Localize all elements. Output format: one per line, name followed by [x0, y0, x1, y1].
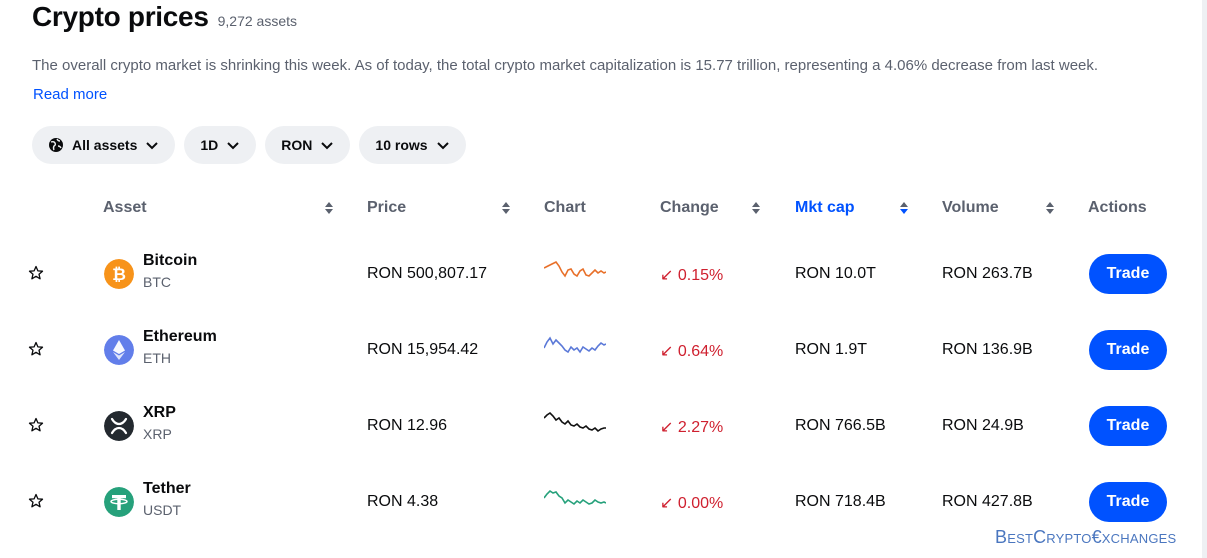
sparkline-chart	[544, 336, 606, 354]
sort-active-icon[interactable]	[899, 201, 909, 215]
page-title: Crypto prices	[32, 1, 209, 32]
timeframe-filter[interactable]: 1D	[184, 126, 257, 164]
asset-count: 9,272 assets	[217, 13, 297, 29]
change-value: 0.64%	[677, 343, 724, 360]
timeframe-label: 1D	[200, 137, 219, 153]
asset-symbol: BTC	[143, 274, 171, 290]
trade-button[interactable]: Trade	[1089, 330, 1167, 370]
read-more-link[interactable]: Read more	[33, 86, 107, 103]
star-icon[interactable]	[28, 265, 44, 281]
svg-text:₿: ₿	[112, 265, 126, 285]
trend-down-icon: ↙	[660, 495, 674, 512]
column-header-actions: Actions	[1088, 199, 1147, 216]
chevron-down-icon	[146, 142, 159, 150]
asset-price: RON 4.38	[367, 493, 439, 510]
column-header-price[interactable]: Price	[367, 199, 406, 217]
market-cap: RON 1.9T	[795, 341, 868, 358]
sparkline-chart	[544, 411, 606, 433]
price-change: ↙ 0.15%	[660, 265, 723, 285]
volume: RON 427.8B	[942, 493, 1033, 510]
globe-icon	[49, 138, 63, 152]
page-header: Crypto prices 9,272 assets	[32, 0, 297, 34]
asset-name[interactable]: Tether	[143, 480, 191, 498]
star-icon[interactable]	[28, 417, 44, 433]
sparkline-chart	[544, 489, 606, 506]
asset-price: RON 12.96	[367, 417, 448, 434]
table-row[interactable]: XRP XRP RON 12.96 ↙ 2.27% RON 766.5B RON…	[0, 389, 1200, 465]
market-cap: RON 766.5B	[795, 417, 886, 434]
xrp-icon	[104, 411, 134, 441]
column-header-chart: Chart	[544, 199, 586, 216]
volume: RON 263.7B	[942, 265, 1033, 282]
asset-name[interactable]: XRP	[143, 404, 176, 422]
chevron-down-icon	[436, 142, 449, 150]
column-header-asset[interactable]: Asset	[103, 199, 147, 217]
chevron-down-icon	[321, 142, 334, 150]
asset-name[interactable]: Bitcoin	[143, 252, 197, 270]
asset-symbol: ETH	[143, 350, 171, 366]
all-assets-filter[interactable]: All assets	[32, 126, 176, 164]
sort-icon[interactable]	[501, 201, 511, 215]
sparkline-usdt	[544, 489, 606, 506]
trade-button[interactable]: Trade	[1089, 406, 1167, 446]
change-value: 2.27%	[677, 419, 724, 436]
sort-icon[interactable]	[324, 201, 334, 215]
market-cap: RON 718.4B	[795, 493, 886, 510]
change-value: 0.15%	[677, 267, 724, 284]
trend-down-icon: ↙	[660, 343, 674, 360]
market-summary: The overall crypto market is shrinking t…	[32, 57, 1099, 74]
star-icon[interactable]	[28, 341, 44, 357]
sort-icon[interactable]	[751, 201, 761, 215]
table-row[interactable]: Ethereum ETH RON 15,954.42 ↙ 0.64% RON 1…	[0, 313, 1200, 389]
trend-down-icon: ↙	[660, 419, 674, 436]
column-header-volume[interactable]: Volume	[942, 199, 999, 217]
sort-icon[interactable]	[1045, 201, 1055, 215]
watermark-logo: BestCrypto€xchanges	[995, 527, 1177, 547]
price-change: ↙ 2.27%	[660, 417, 723, 437]
bitcoin-icon: ₿	[104, 259, 134, 289]
sparkline-chart	[544, 260, 606, 278]
column-header-change[interactable]: Change	[660, 199, 719, 217]
scrollbar-track[interactable]	[1202, 0, 1207, 558]
price-change: ↙ 0.64%	[660, 341, 723, 361]
sparkline-eth	[544, 336, 606, 354]
rows-label: 10 rows	[375, 137, 428, 153]
asset-price: RON 500,807.17	[367, 265, 488, 282]
filter-bar: All assets 1D RON 10 rows	[32, 126, 466, 164]
change-value: 0.00%	[677, 495, 724, 512]
star-icon[interactable]	[28, 493, 44, 509]
currency-filter[interactable]: RON	[265, 126, 351, 164]
trade-button[interactable]: Trade	[1089, 254, 1167, 294]
volume: RON 24.9B	[942, 417, 1024, 434]
rows-filter[interactable]: 10 rows	[359, 126, 466, 164]
asset-symbol: USDT	[143, 502, 182, 518]
sparkline-btc	[544, 260, 606, 278]
ethereum-icon	[104, 335, 134, 365]
tether-icon	[104, 487, 134, 517]
price-change: ↙ 0.00%	[660, 493, 723, 513]
sparkline-xrp	[544, 411, 606, 433]
currency-label: RON	[281, 137, 313, 153]
asset-price: RON 15,954.42	[367, 341, 479, 358]
column-header-mkt-cap[interactable]: Mkt cap	[795, 199, 855, 217]
chevron-down-icon	[227, 142, 239, 150]
table-row[interactable]: ₿ Bitcoin BTC RON 500,807.17 ↙ 0.15% RON…	[0, 237, 1200, 313]
trend-down-icon: ↙	[660, 267, 674, 284]
trade-button[interactable]: Trade	[1089, 482, 1167, 522]
all-assets-label: All assets	[72, 137, 138, 153]
market-cap: RON 10.0T	[795, 265, 876, 282]
asset-symbol: XRP	[143, 426, 172, 442]
volume: RON 136.9B	[942, 341, 1033, 358]
asset-name[interactable]: Ethereum	[143, 328, 217, 346]
